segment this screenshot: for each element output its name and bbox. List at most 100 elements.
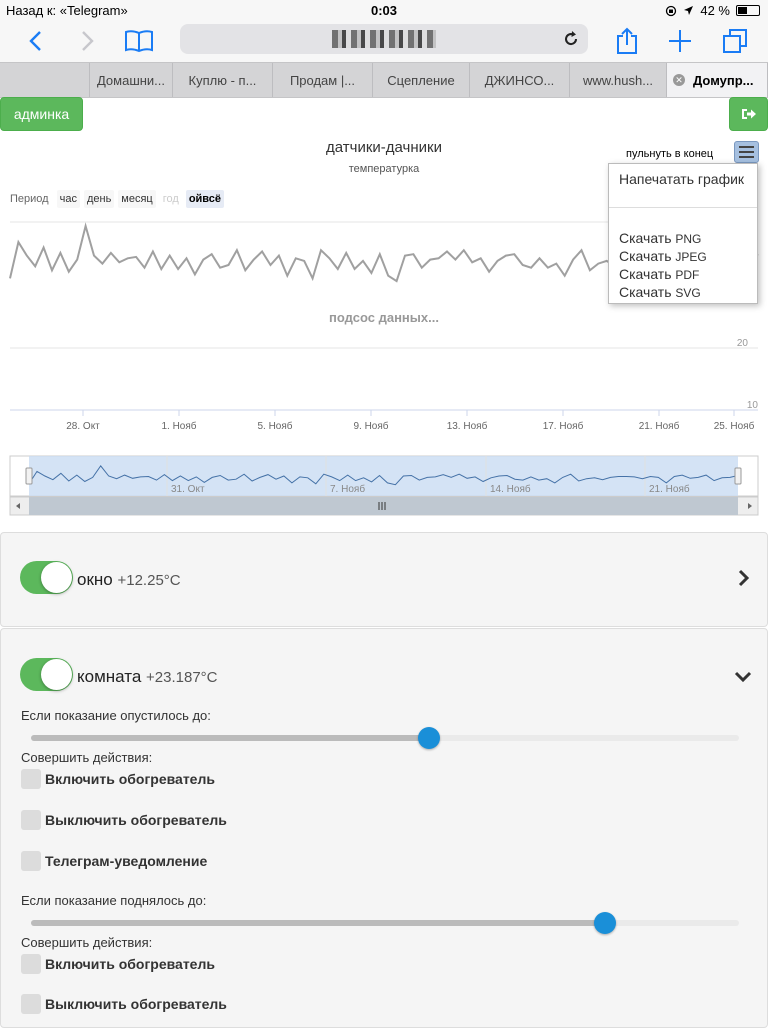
action-label: Выключить обогреватель [45, 996, 227, 1012]
slider-handle[interactable] [594, 912, 617, 934]
x-tick-label: 25. Нояб [714, 420, 755, 432]
x-tick-label: 21. Нояб [639, 420, 680, 432]
forward-button[interactable] [71, 24, 105, 58]
navigator-scrollbar-thumb[interactable] [29, 497, 738, 515]
slider-handle[interactable] [417, 727, 440, 749]
book-icon [125, 30, 153, 53]
tabs-icon [723, 29, 747, 53]
format-label: PDF [675, 268, 700, 282]
format-label: JPEG [675, 250, 707, 264]
new-tab-button[interactable] [663, 24, 697, 58]
action-checkbox-row[interactable]: Включить обогреватель [21, 769, 215, 789]
logout-button[interactable] [729, 97, 768, 131]
browser-tab[interactable]: www.hush... [570, 63, 667, 97]
y-tick-label: 10 [747, 400, 759, 411]
browser-tabs: Домашни... Куплю - п... Продам |... Сцеп… [0, 62, 768, 98]
print-chart-item[interactable]: Напечатать график [619, 171, 744, 187]
y-tick-label: 20 [737, 338, 749, 349]
browser-tab[interactable]: ДЖИНСО... [470, 63, 570, 97]
tab-label: Домашни... [96, 72, 166, 88]
navigator-left-handle[interactable] [25, 467, 33, 485]
close-tab-icon[interactable]: ✕ [673, 74, 685, 86]
browser-tab[interactable]: Куплю - п... [173, 63, 273, 97]
action-label: Включить обогреватель [45, 771, 215, 787]
chevron-right-icon [82, 31, 94, 51]
tab-label: Сцепление [387, 72, 455, 88]
toggle-knob [41, 659, 72, 690]
range-button-day[interactable]: день [83, 190, 115, 208]
download-svg-item[interactable]: Скачать SVG [619, 284, 701, 300]
slider-fill [31, 735, 429, 741]
threshold-slider[interactable] [31, 727, 739, 749]
x-tick-label: 28. Окт [66, 421, 100, 432]
sensor-toggle[interactable] [20, 658, 73, 691]
x-tick-label: 17. Нояб [543, 420, 584, 432]
navigator-tick-label: 31. Окт [171, 484, 205, 495]
x-axis-ticks: 28. Окт 1. Нояб 5. Нояб 9. Нояб 13. Нояб 17. … [66, 410, 755, 432]
admin-button[interactable]: админка [0, 97, 83, 131]
sensor-toggle[interactable] [20, 561, 73, 594]
menu-icon-bar [739, 156, 754, 158]
download-pdf-item[interactable]: Скачать PDF [619, 266, 699, 282]
battery-percent: 42 % [700, 3, 730, 18]
action-checkbox-row[interactable]: Включить обогреватель [21, 954, 215, 974]
action-checkbox-row[interactable]: Телеграм-уведомление [21, 851, 207, 871]
checkbox[interactable] [21, 851, 41, 871]
threshold-slider[interactable] [31, 912, 739, 934]
chart-menu-button[interactable] [734, 141, 759, 163]
browser-toolbar [0, 20, 768, 62]
condition-label: Если показание опустилось до: [21, 708, 211, 723]
chevron-down-icon[interactable] [734, 670, 752, 684]
download-label: Скачать [619, 248, 672, 264]
range-button-hour[interactable]: час [56, 190, 80, 208]
browser-tab[interactable]: Сцепление [373, 63, 470, 97]
actions-label: Совершить действия: [21, 750, 153, 765]
browser-tab[interactable]: Продам |... [273, 63, 373, 97]
browser-tab-active[interactable]: ✕ Домупр... [667, 63, 768, 97]
range-button-all[interactable]: ойвсё [185, 190, 225, 208]
slider-fill [31, 920, 606, 926]
download-png-item[interactable]: Скачать PNG [619, 230, 701, 246]
pull-to-end-button[interactable]: пульнуть в конец [626, 148, 713, 160]
checkbox[interactable] [21, 810, 41, 830]
menu-icon-bar [739, 146, 754, 148]
sensor-value: +12.25°C [117, 572, 181, 589]
back-button[interactable] [18, 24, 52, 58]
download-jpeg-item[interactable]: Скачать JPEG [619, 248, 707, 264]
checkbox[interactable] [21, 994, 41, 1014]
navigator-right-handle[interactable] [734, 467, 742, 485]
navigator-tick-label: 21. Нояб [649, 483, 690, 495]
share-button[interactable] [610, 24, 644, 58]
bookmarks-button[interactable] [122, 24, 156, 58]
sensor-value: +23.187°C [146, 669, 218, 686]
chevron-left-icon [29, 31, 41, 51]
toggle-knob [41, 562, 72, 593]
chart-navigator: 31. Окт 7. Нояб 14. Нояб 21. Нояб [9, 455, 759, 516]
status-bar: Назад к: «Telegram» 0:03 42 % [0, 0, 768, 20]
action-checkbox-row[interactable]: Выключить обогреватель [21, 994, 227, 1014]
actions-label: Совершить действия: [21, 935, 153, 950]
action-checkbox-row[interactable]: Выключить обогреватель [21, 810, 227, 830]
tab-label: Куплю - п... [188, 72, 257, 88]
browser-tab[interactable] [0, 63, 90, 97]
status-time: 0:03 [370, 3, 398, 18]
chevron-right-icon[interactable] [737, 569, 751, 587]
plus-icon [669, 30, 691, 52]
location-icon [684, 6, 694, 15]
checkbox[interactable] [21, 954, 41, 974]
sensor-panel: окно +12.25°C [0, 532, 768, 627]
tab-label: www.hush... [582, 72, 654, 88]
format-label: SVG [675, 286, 701, 300]
range-button-month[interactable]: месяц [118, 190, 156, 208]
battery-icon [736, 5, 760, 16]
checkbox[interactable] [21, 769, 41, 789]
browser-tab[interactable]: Домашни... [90, 63, 173, 97]
tabs-overview-button[interactable] [718, 24, 752, 58]
sensor-title: окно +12.25°C [77, 570, 181, 590]
reload-icon[interactable] [562, 30, 580, 48]
x-tick-label: 13. Нояб [447, 420, 488, 432]
x-tick-label: 9. Нояб [353, 420, 388, 432]
address-bar[interactable] [180, 24, 588, 54]
x-tick-label: 1. Нояб [161, 420, 196, 432]
condition-label: Если показание поднялось до: [21, 893, 207, 908]
